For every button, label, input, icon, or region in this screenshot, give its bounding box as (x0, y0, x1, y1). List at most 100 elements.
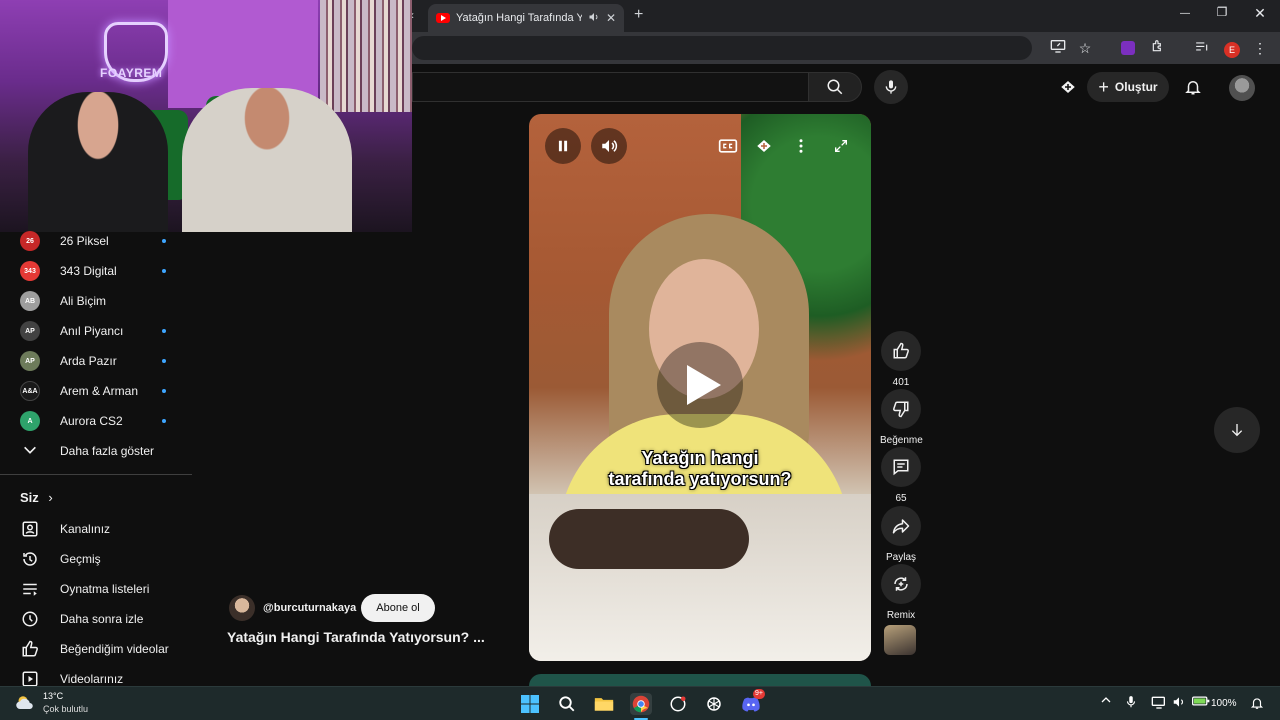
new-tab-button[interactable]: + (634, 6, 643, 24)
pause-button[interactable] (545, 128, 581, 164)
play-button[interactable] (657, 342, 743, 428)
watch-later-icon (20, 610, 40, 628)
install-app-icon[interactable] (1048, 38, 1068, 58)
sidebar-divider (0, 474, 192, 475)
comments-action[interactable]: 65 (880, 447, 922, 504)
channel-avatar: A&A (20, 381, 40, 401)
sidebar-item-anil-piyanci[interactable]: AP Anıl Piyancı (0, 316, 192, 346)
sidebar-item-aurora-cs2[interactable]: A Aurora CS2 (0, 406, 192, 436)
sidebar-item-history[interactable]: Geçmiş (0, 544, 192, 574)
channel-icon (20, 520, 40, 538)
notification-center-bell-icon[interactable] (1250, 695, 1264, 714)
next-short-preview[interactable] (529, 674, 871, 686)
close-window-button[interactable]: ✕ (1245, 5, 1275, 22)
share-button[interactable] (881, 506, 921, 546)
extension-colored-icon[interactable] (1118, 38, 1138, 58)
sidebar-item-label: Arda Pazır (60, 354, 117, 368)
sidebar-item-arem-arman[interactable]: A&A Arem & Arman (0, 376, 192, 406)
streamer-logo-text: FOAYREM (100, 66, 163, 80)
volume-tray-icon[interactable] (1172, 695, 1186, 712)
you-section-header[interactable]: Siz › (20, 490, 53, 505)
restore-button[interactable]: ❐ (1207, 5, 1237, 19)
sidebar-item-label: Arem & Arman (60, 384, 139, 398)
extensions-puzzle-icon[interactable] (1148, 38, 1168, 58)
more-options-button[interactable] (783, 128, 819, 164)
sidebar-item-label: 26 Piksel (60, 234, 109, 248)
sidebar-item-your-channel[interactable]: Kanalınız (0, 514, 192, 544)
microphone-icon (885, 80, 897, 94)
chatgpt-icon[interactable] (703, 693, 725, 715)
cast-gemini-icon[interactable] (1058, 78, 1078, 101)
tab-close-icon[interactable]: ✕ (606, 11, 616, 25)
sidebar-item-label: Aurora CS2 (60, 414, 123, 428)
thumbs-down-icon (893, 401, 909, 418)
sidebar-item-label: Anıl Piyancı (60, 324, 124, 338)
new-content-dot (162, 269, 166, 273)
address-bar[interactable] (412, 36, 1032, 60)
comments-button[interactable] (881, 447, 921, 487)
remix-label: Remix (886, 610, 916, 621)
profile-avatar[interactable]: E (1222, 38, 1242, 58)
like-button[interactable] (881, 331, 921, 371)
volume-button[interactable] (591, 128, 627, 164)
browser-menu-icon[interactable]: ⋮ (1250, 38, 1270, 58)
remix-icon (894, 577, 908, 591)
create-button[interactable]: + Oluştur (1087, 72, 1169, 102)
show-hidden-icons-chevron[interactable] (1100, 695, 1112, 708)
microphone-tray-icon[interactable] (1126, 695, 1136, 712)
taskbar-search-icon[interactable] (556, 693, 578, 715)
battery-percent: 100% (1211, 698, 1237, 709)
cloudy-weather-icon[interactable] (14, 694, 38, 712)
cast-button[interactable] (746, 128, 782, 164)
sound-thumbnail[interactable] (884, 625, 916, 655)
remix-button[interactable] (881, 564, 921, 604)
notifications-bell-icon[interactable] (1184, 77, 1202, 102)
account-avatar[interactable] (1229, 75, 1255, 101)
sidebar-item-26-piksel[interactable]: 26 26 Piksel (0, 226, 192, 256)
next-video-button[interactable] (1214, 407, 1260, 453)
sidebar-item-arda-pazir[interactable]: AP Arda Pazır (0, 346, 192, 376)
comment-count: 65 (895, 493, 907, 504)
more-vertical-icon (799, 139, 803, 153)
minimize-button[interactable]: — (1170, 8, 1200, 19)
sidebar-item-watch-later[interactable]: Daha sonra izle (0, 604, 192, 634)
new-content-dot (162, 329, 166, 333)
channel-avatar: AB (20, 291, 40, 311)
shorts-video-player[interactable]: Yatağın hangi tarafında yatıyorsun? (529, 114, 871, 661)
network-icon[interactable] (1151, 695, 1167, 712)
battery-icon[interactable] (1192, 695, 1210, 710)
sidebar-item-playlists[interactable]: Oynatma listeleri (0, 574, 192, 604)
like-action[interactable]: 401 (880, 331, 922, 388)
chevron-down-icon (22, 444, 38, 459)
sidebar-item-label: Daha sonra izle (60, 612, 144, 626)
streamer-person (182, 88, 352, 232)
sidebar-item-343-digital[interactable]: 343 343 Digital (0, 256, 192, 286)
captions-button[interactable] (710, 128, 746, 164)
search-button[interactable] (808, 72, 862, 102)
chrome-icon[interactable] (630, 693, 652, 715)
voice-search-button[interactable] (874, 70, 908, 104)
channel-handle[interactable]: @burcuturnakaya (263, 602, 356, 614)
remix-action[interactable]: Remix (880, 564, 922, 621)
video-title[interactable]: Yatağın Hangi Tarafında Yatıyorsun? ... (227, 629, 485, 645)
app-icon[interactable] (667, 693, 689, 715)
video-caption: Yatağın hangi tarafında yatıyorsun? (529, 448, 871, 490)
subscribe-button[interactable]: Abone ol (361, 594, 435, 622)
sidebar-item-label: Geçmiş (60, 552, 101, 566)
bookmark-star-icon[interactable]: ☆ (1075, 38, 1095, 58)
active-tab[interactable]: Yatağın Hangi Tarafında Yatıyorsun? #sho… (428, 4, 624, 32)
dislike-action[interactable]: Beğenme (880, 389, 923, 446)
file-explorer-icon[interactable] (593, 693, 615, 715)
search-input[interactable] (412, 72, 808, 102)
dislike-button[interactable] (881, 389, 921, 429)
tab-audio-icon[interactable] (588, 11, 600, 26)
media-control-icon[interactable] (1192, 38, 1212, 58)
sidebar-item-ali-bicim[interactable]: AB Ali Biçim (0, 286, 192, 316)
show-more-button[interactable]: Daha fazla göster (0, 436, 192, 466)
fullscreen-button[interactable] (823, 128, 859, 164)
share-action[interactable]: Paylaş (880, 506, 922, 563)
discord-notification-badge: 9+ (753, 689, 765, 699)
windows-start-icon[interactable] (519, 693, 541, 715)
sidebar-item-liked-videos[interactable]: Beğendiğim videolar (0, 634, 192, 664)
channel-avatar[interactable] (229, 595, 255, 621)
